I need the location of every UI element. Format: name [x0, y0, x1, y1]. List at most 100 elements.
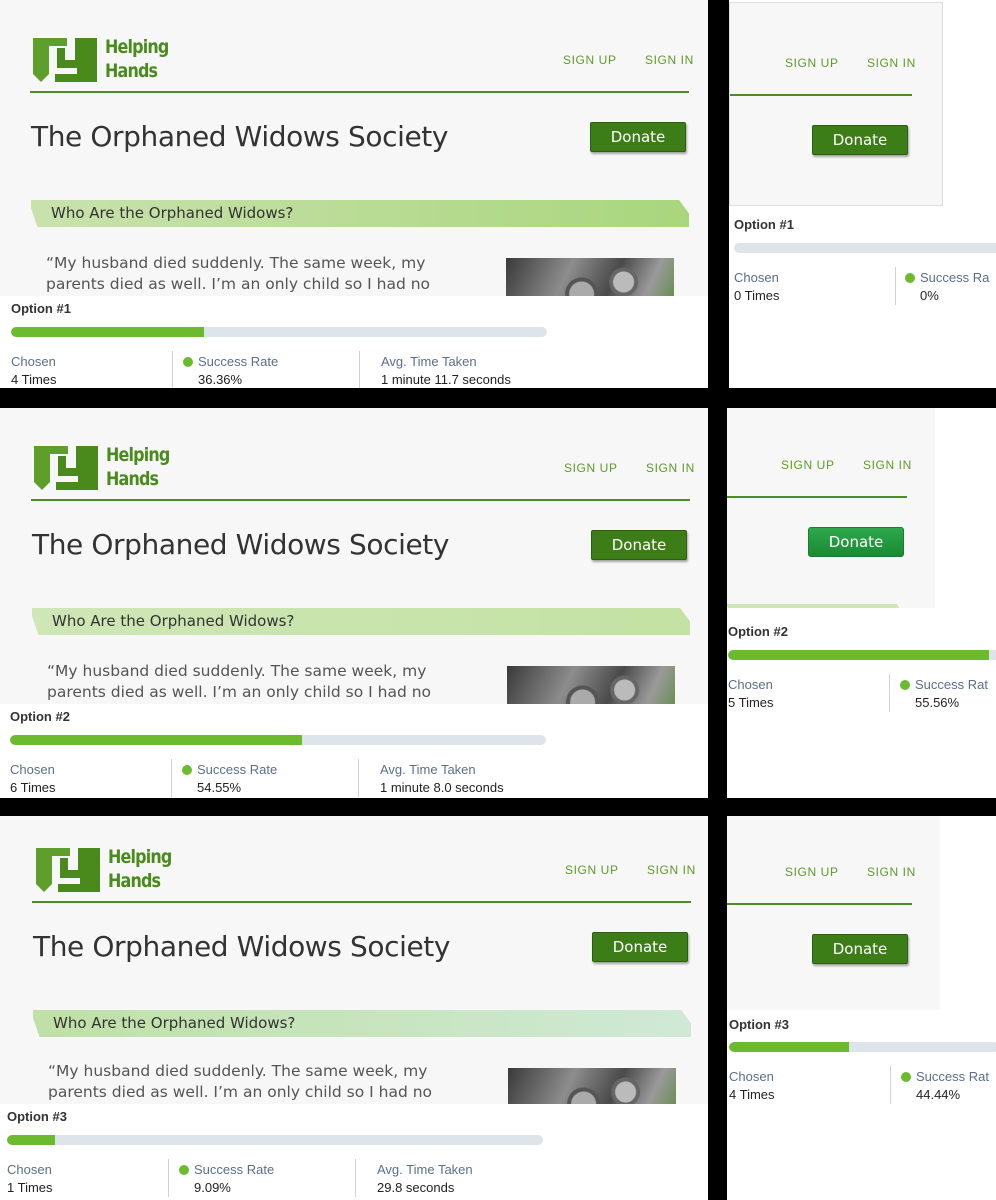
- progress-track: [7, 1135, 543, 1145]
- chosen-label: Chosen: [729, 1069, 774, 1084]
- donate-button[interactable]: Donate: [812, 125, 908, 155]
- avg-time-label: Avg. Time Taken: [377, 1162, 473, 1177]
- success-rate-stat: Success Ra 0%: [905, 269, 989, 305]
- header-divider: [30, 91, 689, 93]
- section-heading-bar: Who Are the Orphaned Widows?: [32, 608, 690, 635]
- row2-right-panel: SIGN UP SIGN IN Donate Option #2 Chosen …: [727, 408, 996, 798]
- section-heading-bar: [727, 604, 899, 608]
- stat-separator: [889, 674, 890, 712]
- chosen-stat: Chosen 1 Times: [7, 1161, 53, 1197]
- sign-in-link[interactable]: SIGN IN: [863, 458, 912, 472]
- row2-left-panel: Helping Hands SIGN UP SIGN IN The Orphan…: [0, 408, 708, 798]
- donate-button[interactable]: Donate: [812, 934, 908, 964]
- avg-time-value: 29.8 seconds: [377, 1180, 455, 1195]
- progress-fill: [10, 735, 303, 745]
- avg-time-value: 1 minute 8.0 seconds: [380, 780, 504, 795]
- success-rate-value: 0%: [920, 288, 939, 303]
- success-dot-icon: [179, 1165, 189, 1175]
- chosen-stat: Chosen 5 Times: [728, 676, 774, 712]
- progress-track: [10, 735, 546, 745]
- progress-track: [729, 1042, 996, 1052]
- success-rate-label: Success Ra: [920, 270, 990, 285]
- success-rate-value: 54.55%: [197, 780, 242, 795]
- section-heading: Who Are the Orphaned Widows?: [51, 204, 294, 222]
- sign-up-link[interactable]: SIGN UP: [564, 461, 618, 475]
- testimonial-quote: “My husband died suddenly. The same week…: [48, 1062, 433, 1101]
- widow-photo: [508, 1068, 676, 1104]
- chosen-label: Chosen: [7, 1162, 52, 1177]
- section-heading-bar: Who Are the Orphaned Widows?: [33, 1010, 691, 1037]
- progress-fill: [7, 1135, 56, 1145]
- chosen-stat: Chosen 0 Times: [734, 269, 780, 305]
- option-stats-card: Option #2 Chosen 5 Times Success Rat 55.…: [727, 616, 996, 716]
- section-heading-bar: Who Are the Orphaned Widows?: [31, 200, 689, 227]
- sign-in-link[interactable]: SIGN IN: [645, 53, 694, 67]
- testimonial-quote: “My husband died suddenly. The same week…: [47, 662, 432, 701]
- option-stats-card: Option #1 Chosen 4 Times Success Rate 36…: [0, 296, 708, 388]
- success-rate-label: Success Rate: [198, 354, 279, 369]
- stat-separator: [890, 1066, 891, 1104]
- chosen-label: Chosen: [11, 354, 56, 369]
- sign-up-link[interactable]: SIGN UP: [785, 56, 839, 70]
- progress-fill: [729, 1042, 849, 1052]
- success-dot-icon: [183, 357, 193, 367]
- sign-up-link[interactable]: SIGN UP: [563, 53, 617, 67]
- row3-right-panel: SIGN UP SIGN IN Donate Option #3 Chosen …: [727, 816, 996, 1200]
- progress-track: [734, 243, 996, 253]
- success-rate-stat: Success Rat 44.44%: [901, 1068, 989, 1104]
- avg-time-stat: Avg. Time Taken 29.8 seconds: [377, 1161, 473, 1197]
- option-stats-card: Option #3 Chosen 4 Times Success Rat 44.…: [727, 1010, 996, 1110]
- stat-separator: [895, 267, 896, 305]
- logo-hands-icon: [33, 38, 97, 82]
- sign-up-link[interactable]: SIGN UP: [565, 863, 619, 877]
- donate-button[interactable]: Donate: [592, 932, 688, 962]
- progress-track: [11, 327, 547, 337]
- chosen-label: Chosen: [734, 270, 779, 285]
- sign-up-link[interactable]: SIGN UP: [785, 865, 839, 879]
- avg-time-label: Avg. Time Taken: [380, 762, 476, 777]
- option-title: Option #1: [11, 301, 71, 316]
- chosen-value: 6 Times: [10, 780, 56, 795]
- success-rate-label: Success Rat: [916, 1069, 989, 1084]
- donate-button[interactable]: Donate: [590, 122, 686, 152]
- avg-time-label: Avg. Time Taken: [381, 354, 477, 369]
- option-title: Option #1: [734, 217, 794, 232]
- success-dot-icon: [905, 273, 915, 283]
- site-preview: Helping Hands SIGN UP SIGN IN The Orphan…: [0, 0, 708, 296]
- logo-hands-icon: [34, 446, 98, 490]
- chosen-value: 5 Times: [728, 695, 774, 710]
- section-heading: Who Are the Orphaned Widows?: [53, 1014, 296, 1032]
- header-divider: [32, 901, 691, 903]
- logo-text: Helping Hands: [108, 846, 172, 892]
- chosen-stat: Chosen 6 Times: [10, 761, 56, 797]
- success-rate-label: Success Rate: [194, 1162, 275, 1177]
- success-rate-value: 36.36%: [198, 372, 243, 387]
- option-title: Option #3: [729, 1017, 789, 1032]
- success-dot-icon: [901, 1072, 911, 1082]
- chosen-stat: Chosen 4 Times: [11, 353, 57, 388]
- avg-time-stat: Avg. Time Taken 1 minute 11.7 seconds: [381, 353, 511, 388]
- stat-separator: [355, 1159, 356, 1197]
- sign-in-link[interactable]: SIGN IN: [867, 865, 916, 879]
- sign-up-link[interactable]: SIGN UP: [781, 458, 835, 472]
- site-preview: SIGN UP SIGN IN Donate: [727, 408, 935, 608]
- success-rate-stat: Success Rate 36.36%: [183, 353, 278, 388]
- option-title: Option #3: [7, 1109, 67, 1124]
- chosen-value: 1 Times: [7, 1180, 53, 1195]
- success-rate-value: 9.09%: [194, 1180, 231, 1195]
- stat-separator: [172, 351, 173, 388]
- logo-text: Helping Hands: [106, 444, 170, 490]
- sign-in-link[interactable]: SIGN IN: [867, 56, 916, 70]
- site-preview: Helping Hands SIGN UP SIGN IN The Orphan…: [0, 408, 708, 704]
- success-dot-icon: [900, 680, 910, 690]
- chosen-value: 0 Times: [734, 288, 780, 303]
- row3-left-panel: Helping Hands SIGN UP SIGN IN The Orphan…: [0, 816, 708, 1200]
- avg-time-value: 1 minute 11.7 seconds: [381, 372, 511, 387]
- donate-button[interactable]: Donate: [591, 530, 687, 560]
- chosen-value: 4 Times: [729, 1087, 775, 1102]
- header-divider: [730, 94, 912, 96]
- logo-hands-icon: [36, 848, 100, 892]
- donate-button[interactable]: Donate: [808, 527, 904, 557]
- sign-in-link[interactable]: SIGN IN: [646, 461, 695, 475]
- sign-in-link[interactable]: SIGN IN: [647, 863, 696, 877]
